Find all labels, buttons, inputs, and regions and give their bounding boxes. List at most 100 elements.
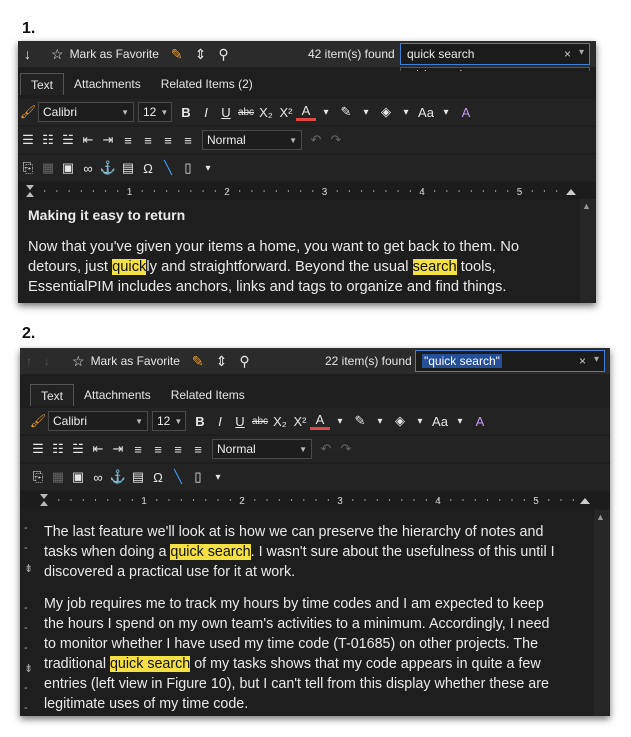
chevron-down-icon[interactable]: ▾: [316, 107, 336, 118]
tab-attachments[interactable]: Attachments: [74, 384, 161, 406]
clear-search-icon[interactable]: ×: [579, 354, 586, 368]
image-icon[interactable]: ▣: [68, 469, 88, 485]
highlight-pen-icon[interactable]: ✎: [336, 104, 356, 120]
superscript-icon[interactable]: X²: [276, 105, 296, 120]
search-dropdown-icon[interactable]: ▾: [594, 354, 599, 365]
find-button[interactable]: ⚲: [212, 41, 234, 67]
vertical-scrollbar[interactable]: ▲: [594, 510, 610, 716]
text-case-icon[interactable]: Aa: [416, 105, 436, 120]
tab-related-items[interactable]: Related Items: [161, 384, 255, 406]
attachment-icon[interactable]: ⎘: [18, 160, 38, 176]
clear-format-icon[interactable]: A: [470, 414, 490, 429]
date-time-icon[interactable]: ▤: [118, 160, 138, 176]
clear-search-icon[interactable]: ×: [564, 47, 571, 61]
tab-attachments[interactable]: Attachments: [64, 73, 151, 95]
chevron-down-icon[interactable]: ▾: [410, 416, 430, 427]
mark-favorite-button[interactable]: ☆ Mark as Favorite: [66, 348, 186, 374]
paragraph-style-select[interactable]: Normal ▼: [212, 439, 312, 459]
ruler-right-marker[interactable]: [566, 189, 576, 195]
undo-icon[interactable]: ↶: [316, 441, 336, 457]
note-body[interactable]: ▲ Making it easy to return Now that you'…: [18, 199, 596, 303]
align-center-icon[interactable]: ≡: [138, 133, 158, 148]
move-up-button[interactable]: ↑: [20, 348, 38, 374]
chevron-down-icon[interactable]: ▾: [356, 107, 376, 118]
numbered-list-icon[interactable]: ☷: [38, 132, 58, 148]
bold-icon[interactable]: B: [190, 414, 210, 429]
anchor-icon[interactable]: ⚓: [98, 160, 118, 176]
horizontal-line-icon[interactable]: ╲: [158, 160, 178, 176]
format-painter-icon[interactable]: 🖌: [18, 104, 38, 120]
page-icon[interactable]: ▯: [178, 160, 198, 176]
align-right-icon[interactable]: ≡: [158, 133, 178, 148]
font-size-select[interactable]: 12 ▼: [152, 411, 186, 431]
anchor-icon[interactable]: ⚓: [108, 469, 128, 485]
ruler-indent-marker[interactable]: [26, 185, 34, 197]
italic-icon[interactable]: I: [210, 414, 230, 429]
chevron-down-icon[interactable]: ▾: [370, 416, 390, 427]
table-icon[interactable]: ▦: [38, 160, 58, 176]
superscript-icon[interactable]: X²: [290, 414, 310, 429]
move-down-button[interactable]: ↓: [18, 41, 37, 67]
checklist-icon[interactable]: ☱: [58, 132, 78, 148]
image-icon[interactable]: ▣: [58, 160, 78, 176]
undo-icon[interactable]: ↶: [306, 132, 326, 148]
fill-bucket-icon[interactable]: ◈: [376, 104, 396, 120]
format-painter-icon[interactable]: 🖌: [28, 413, 48, 429]
move-down-button[interactable]: ↓: [38, 348, 56, 374]
fill-bucket-icon[interactable]: ◈: [390, 413, 410, 429]
bold-icon[interactable]: B: [176, 105, 196, 120]
tab-text[interactable]: Text: [20, 73, 65, 95]
chevron-down-icon[interactable]: ▾: [436, 107, 456, 118]
highlight-pen-icon[interactable]: ✎: [350, 413, 370, 429]
quick-search-input[interactable]: quick search × ▾: [400, 43, 590, 65]
align-left-icon[interactable]: ≡: [128, 442, 148, 457]
indent-icon[interactable]: ⇥: [108, 441, 128, 457]
subscript-icon[interactable]: X₂: [270, 414, 290, 429]
bullet-list-icon[interactable]: ☰: [18, 132, 38, 148]
expand-button[interactable]: ⇕: [210, 348, 234, 374]
subscript-icon[interactable]: X₂: [256, 105, 276, 120]
outdent-icon[interactable]: ⇤: [78, 132, 98, 148]
bullet-list-icon[interactable]: ☰: [28, 441, 48, 457]
date-time-icon[interactable]: ▤: [128, 469, 148, 485]
find-button[interactable]: ⚲: [233, 348, 255, 374]
font-color-icon[interactable]: A: [296, 103, 316, 121]
font-size-select[interactable]: 12 ▼: [138, 102, 172, 122]
chevron-down-icon[interactable]: ▾: [198, 163, 218, 174]
ruler-right-marker[interactable]: [580, 498, 590, 504]
align-left-icon[interactable]: ≡: [118, 133, 138, 148]
align-center-icon[interactable]: ≡: [148, 442, 168, 457]
text-case-icon[interactable]: Aa: [430, 414, 450, 429]
symbol-icon[interactable]: Ω: [148, 470, 168, 485]
redo-icon[interactable]: ↷: [326, 132, 346, 148]
chevron-down-icon[interactable]: ▾: [396, 107, 416, 118]
tab-related-items[interactable]: Related Items (2): [151, 73, 263, 95]
clear-format-icon[interactable]: A: [456, 105, 476, 120]
symbol-icon[interactable]: Ω: [138, 161, 158, 176]
edit-note-button[interactable]: ✎: [186, 348, 210, 374]
checklist-icon[interactable]: ☱: [68, 441, 88, 457]
table-icon[interactable]: ▦: [48, 469, 68, 485]
scroll-up-icon[interactable]: ▲: [582, 201, 591, 211]
redo-icon[interactable]: ↷: [336, 441, 356, 457]
underline-icon[interactable]: U: [216, 105, 236, 120]
indent-icon[interactable]: ⇥: [98, 132, 118, 148]
font-family-select[interactable]: Calibri ▼: [38, 102, 134, 122]
justify-icon[interactable]: ≡: [178, 133, 198, 148]
page-icon[interactable]: ▯: [188, 469, 208, 485]
font-color-icon[interactable]: A: [310, 412, 330, 430]
align-right-icon[interactable]: ≡: [168, 442, 188, 457]
font-family-select[interactable]: Calibri ▼: [48, 411, 148, 431]
underline-icon[interactable]: U: [230, 414, 250, 429]
quick-search-input[interactable]: "quick search" × ▾: [415, 350, 605, 372]
italic-icon[interactable]: I: [196, 105, 216, 120]
paragraph-style-select[interactable]: Normal ▼: [202, 130, 302, 150]
chevron-down-icon[interactable]: ▾: [208, 472, 228, 483]
expand-button[interactable]: ⇕: [189, 41, 213, 67]
outdent-icon[interactable]: ⇤: [88, 441, 108, 457]
edit-note-button[interactable]: ✎: [165, 41, 189, 67]
numbered-list-icon[interactable]: ☷: [48, 441, 68, 457]
strikethrough-icon[interactable]: abc: [236, 107, 256, 118]
attachment-icon[interactable]: ⎘: [28, 469, 48, 485]
horizontal-line-icon[interactable]: ╲: [168, 469, 188, 485]
